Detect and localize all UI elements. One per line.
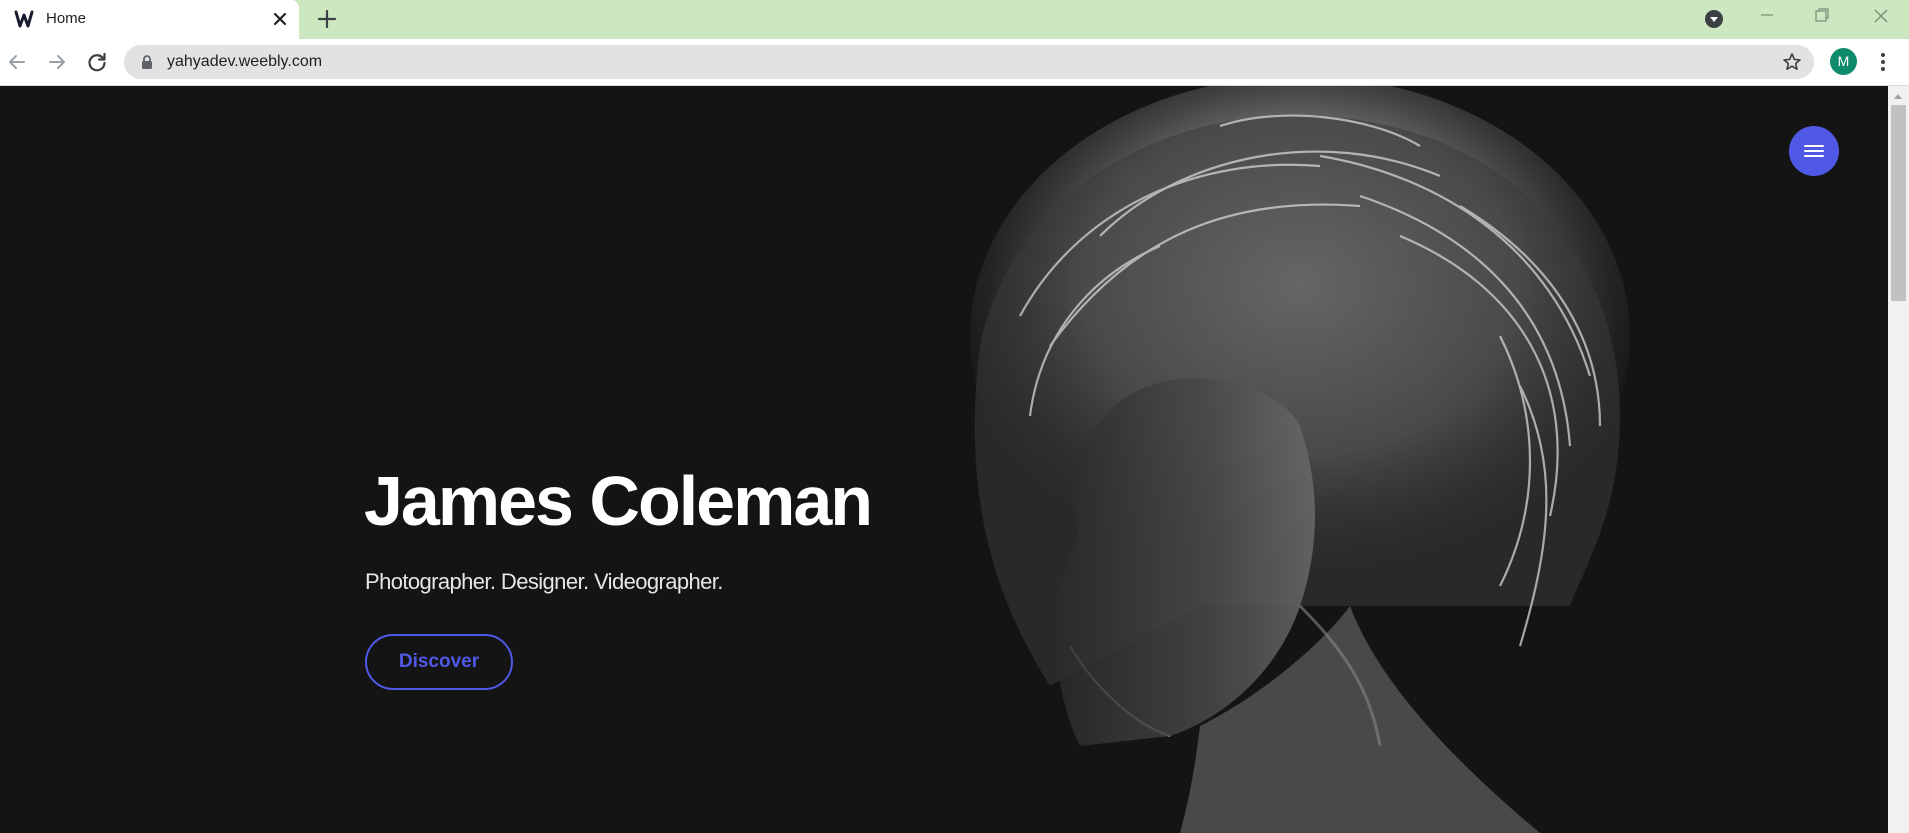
- page-scrollbar[interactable]: [1888, 86, 1909, 833]
- hero-title: James Coleman: [364, 462, 873, 540]
- weebly-logo-icon: [14, 10, 34, 28]
- discover-button[interactable]: Discover: [365, 634, 513, 690]
- scrollbar-thumb[interactable]: [1891, 105, 1906, 301]
- new-tab-icon[interactable]: [316, 8, 338, 30]
- hero-portrait-image: [970, 86, 1630, 833]
- minimize-icon[interactable]: [1758, 6, 1776, 24]
- tab-title: Home: [46, 10, 87, 27]
- restore-icon[interactable]: [1813, 6, 1831, 24]
- page-viewport: James Coleman Photographer. Designer. Vi…: [0, 86, 1888, 833]
- address-bar[interactable]: yahyadev.weebly.com: [124, 45, 1814, 79]
- browser-tab[interactable]: Home: [0, 0, 299, 39]
- bookmark-star-icon[interactable]: [1782, 52, 1802, 72]
- window-close-icon[interactable]: [1871, 6, 1891, 26]
- back-arrow-icon[interactable]: [6, 51, 28, 73]
- lock-icon[interactable]: [140, 54, 154, 70]
- tab-strip: Home: [0, 0, 1909, 39]
- close-tab-icon[interactable]: [270, 9, 290, 29]
- hamburger-icon: [1804, 145, 1824, 157]
- hero-tagline: Photographer. Designer. Videographer.: [365, 569, 723, 594]
- forward-arrow-icon[interactable]: [46, 51, 68, 73]
- profile-avatar[interactable]: M: [1830, 48, 1857, 75]
- browser-toolbar: yahyadev.weebly.com M: [0, 39, 1909, 86]
- menu-button[interactable]: [1789, 126, 1839, 176]
- more-options-icon[interactable]: [1876, 51, 1890, 73]
- scroll-up-arrow-icon[interactable]: [1893, 92, 1903, 100]
- tab-search-icon[interactable]: [1703, 8, 1725, 30]
- reload-icon[interactable]: [86, 51, 108, 73]
- url-text[interactable]: yahyadev.weebly.com: [167, 53, 322, 71]
